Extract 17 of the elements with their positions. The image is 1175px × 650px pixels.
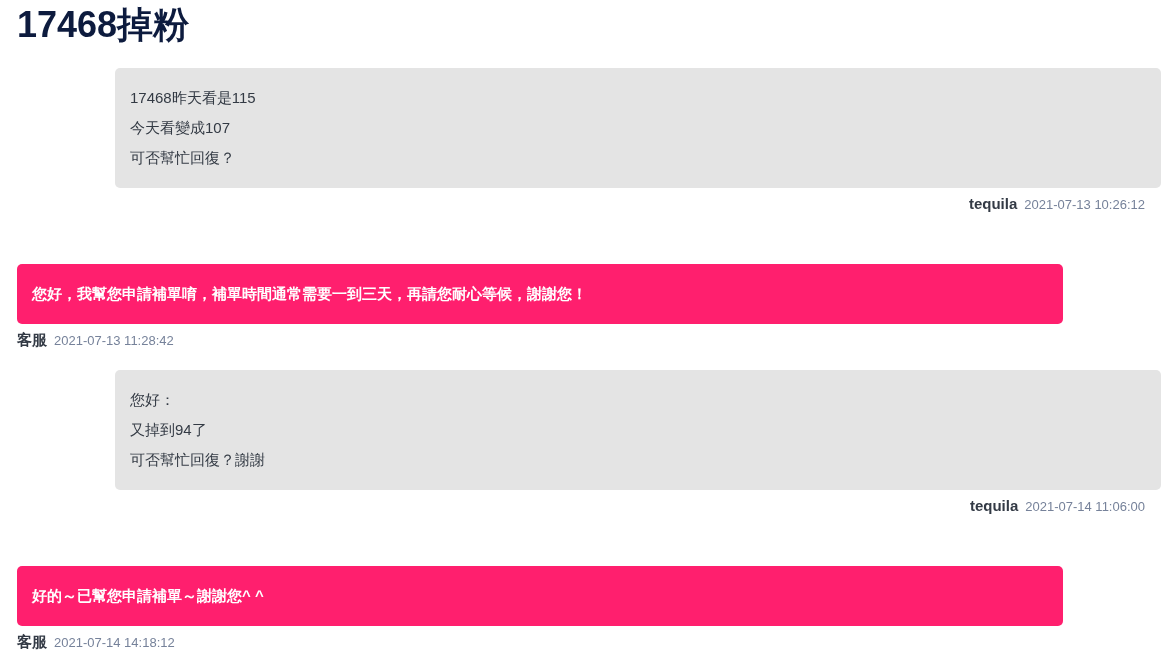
message-line: 您好： [130, 391, 175, 408]
message-line: 又掉到94了 [130, 421, 207, 438]
message-line: 好的～已幫您申請補單～謝謝您^ ^ [32, 587, 264, 604]
message-line: 可否幫忙回復？ [130, 149, 235, 166]
sender-name: tequila [968, 196, 1018, 212]
sender-name: 客服 [17, 634, 47, 650]
message-line: 今天看變成107 [130, 119, 231, 136]
page-title: 17468掉粉 [17, 3, 190, 47]
message-time: 2021-07-14 14:18:12 [54, 635, 175, 650]
message-time: 2021-07-13 11:28:42 [54, 333, 174, 349]
sender-name: tequila [969, 498, 1019, 514]
message-time: 2021-07-13 10:26:12 [1024, 197, 1145, 213]
message-line: 您好，我幫您申請補單唷，補單時間通常需要一到三天，再請您耐心等候，謝謝您！ [32, 285, 587, 302]
sender-name: 客服 [17, 332, 47, 348]
message-line: 17468昨天看是115 [130, 89, 256, 106]
message-time: 2021-07-14 11:06:00 [1025, 499, 1145, 515]
message-line: 可否幫忙回復？謝謝 [130, 451, 265, 468]
